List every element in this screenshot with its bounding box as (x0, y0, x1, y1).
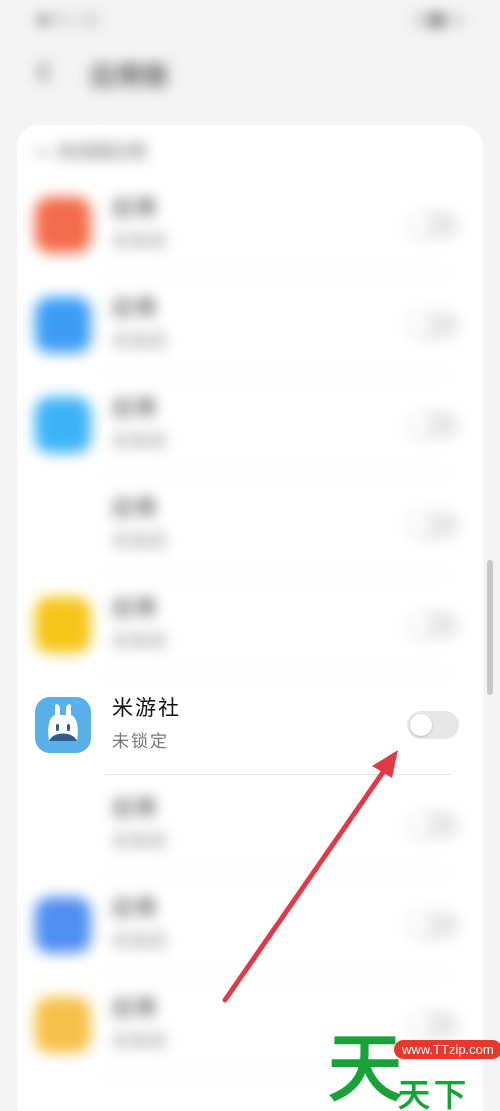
section-header: ← 未加锁应用 (36, 142, 147, 163)
app-name: 应用 (112, 896, 158, 920)
title-bar: 应用锁 (0, 50, 500, 98)
watermark-url: www.TTzip.com (394, 1040, 500, 1059)
toggle-knob (410, 414, 432, 436)
page-title: 应用锁 (90, 62, 169, 92)
app-row[interactable]: 应用 未锁定 (17, 575, 483, 675)
app-lock-status: 未锁定 (112, 632, 169, 652)
app-row[interactable]: 应用 未锁定 (17, 175, 483, 275)
app-lock-screen: ▪ ≈ ◌ ▯ ▯ ▮▮ ▭ 应用锁 ← 未加锁应用 应用 未锁定 应用 未锁定 应用未… (0, 0, 500, 1111)
app-name: 应用 (112, 196, 158, 220)
status-right-text: ▯ ▮▮ ▭ (415, 10, 464, 28)
watermark-big-char: 天 (328, 1026, 402, 1111)
app-lock-status: 未锁定 (112, 932, 169, 952)
lock-toggle[interactable] (407, 711, 459, 739)
lock-toggle[interactable] (407, 811, 459, 839)
app-icon (35, 397, 91, 453)
app-row[interactable]: 应用 未锁定 (17, 275, 483, 375)
scrollbar[interactable] (487, 560, 493, 695)
toggle-knob (410, 214, 432, 236)
toggle-knob (410, 614, 432, 636)
app-name: 应用 (112, 296, 158, 320)
app-icon (35, 497, 91, 553)
app-lock-status: 未锁定 (112, 732, 169, 752)
app-name: 应用 (112, 596, 158, 620)
toggle-knob (410, 314, 432, 336)
app-icon (35, 897, 91, 953)
app-row[interactable]: 应用 未锁定 (17, 475, 483, 575)
app-lock-status: 未锁定 (112, 332, 169, 352)
app-icon (35, 197, 91, 253)
app-name: 应用 (112, 996, 158, 1020)
app-name: 应用 (112, 796, 158, 820)
toggle-knob (410, 514, 432, 536)
app-icon (35, 597, 91, 653)
toggle-knob (410, 814, 432, 836)
app-row[interactable]: 应用 未锁定 (17, 375, 483, 475)
status-left-text: ▪ ≈ ◌ ▯ (38, 10, 97, 28)
app-name: 米游社 (112, 696, 181, 720)
app-row[interactable]: 应用 未锁定 (17, 775, 483, 875)
app-icon (35, 797, 91, 853)
lock-toggle[interactable] (407, 411, 459, 439)
toggle-knob (410, 914, 432, 936)
app-lock-status: 未锁定 (112, 232, 169, 252)
app-lock-status: 未锁定 (112, 1032, 169, 1052)
lock-toggle[interactable] (407, 611, 459, 639)
app-row[interactable]: 应用 未锁定 (17, 875, 483, 975)
app-icon (35, 297, 91, 353)
app-lock-status: 未锁定 (112, 532, 169, 552)
app-lock-status: 未锁定 (112, 832, 169, 852)
status-bar: ▪ ≈ ◌ ▯ ▯ ▮▮ ▭ (0, 0, 500, 36)
app-name: 应用 (112, 396, 158, 420)
lock-toggle[interactable] (407, 911, 459, 939)
watermark-small-text: 天下载 (398, 1076, 471, 1111)
app-row[interactable]: 米游社 未锁定 (17, 675, 483, 775)
lock-toggle[interactable] (407, 511, 459, 539)
app-lock-status: 未锁定 (112, 432, 169, 452)
lock-toggle[interactable] (407, 311, 459, 339)
app-icon (35, 997, 91, 1053)
app-name: 应用 (112, 496, 158, 520)
miyoushe-icon (35, 697, 91, 753)
site-watermark: 天 www.TTzip.com 天下载 (328, 1030, 500, 1111)
toggle-knob (410, 714, 432, 736)
lock-toggle[interactable] (407, 211, 459, 239)
back-arrow-icon[interactable] (32, 60, 56, 84)
